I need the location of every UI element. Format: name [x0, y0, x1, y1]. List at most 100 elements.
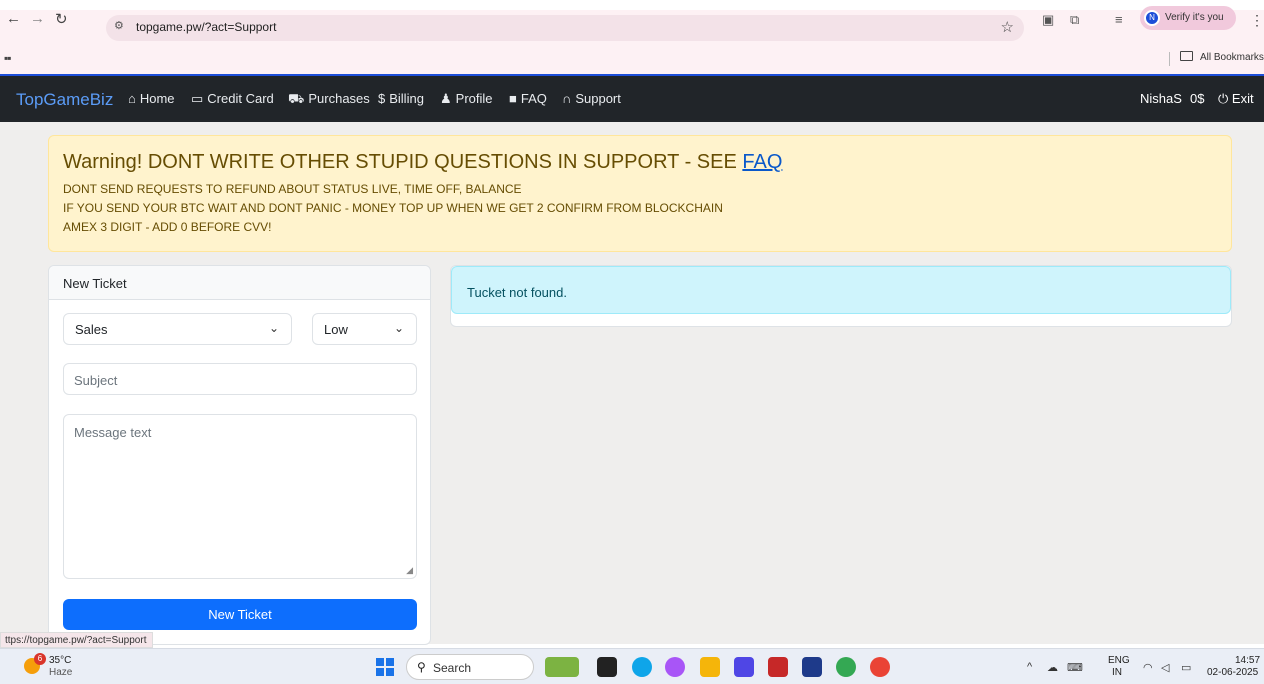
message-placeholder: Message text [74, 425, 152, 440]
user-icon: ♟ [440, 91, 452, 106]
weather-badge: 6 [34, 653, 46, 665]
task-view-icon[interactable] [597, 657, 617, 677]
wifi-icon[interactable]: ◠ [1143, 661, 1153, 674]
power-icon: ⏻ [1218, 91, 1229, 106]
cloud-icon[interactable]: ☁ [1047, 661, 1058, 674]
taskbar-search[interactable]: ⚲ Search [406, 654, 534, 680]
volume-icon[interactable]: ◁ [1161, 661, 1169, 674]
no-tickets-alert: Tucket not found. [451, 266, 1231, 314]
site-info-icon[interactable]: ⚙ [114, 19, 124, 32]
faq-link[interactable]: FAQ [742, 151, 782, 173]
apps-grid-icon[interactable]: ▪▪ [4, 51, 11, 65]
headphones-icon: ∩ [562, 91, 572, 106]
clock-time[interactable]: 14:57 [1235, 655, 1260, 666]
reading-list-icon[interactable]: ≡ [1115, 12, 1123, 27]
new-ticket-header: New Ticket [49, 266, 430, 300]
message-textarea[interactable]: Message text ◢ [63, 414, 417, 579]
back-icon[interactable]: ← [6, 10, 21, 27]
mcafee-icon[interactable] [768, 657, 788, 677]
warning-line: DONT SEND REQUESTS TO REFUND ABOUT STATU… [63, 182, 522, 196]
page-content: Warning! DONT WRITE OTHER STUPID QUESTIO… [0, 122, 1264, 645]
book-icon: ■ [509, 91, 517, 106]
cart-icon: ⛟ [288, 91, 305, 106]
office-app-icon[interactable] [734, 657, 754, 677]
nav-credit-card[interactable]: ▭ Credit Card [191, 91, 274, 107]
status-bar-url: ttps://topgame.pw/?act=Support [0, 632, 154, 648]
edge-icon[interactable] [632, 657, 652, 677]
profile-avatar: N [1144, 10, 1160, 26]
new-ticket-button[interactable]: New Ticket [63, 599, 417, 630]
exit-link[interactable]: ⏻ Exit [1218, 91, 1254, 107]
priority-value: Low [324, 322, 348, 337]
nav-faq-label: FAQ [520, 91, 547, 106]
region-label[interactable]: IN [1112, 667, 1122, 678]
nav-home[interactable]: ⌂ Home [128, 91, 175, 106]
chevron-up-icon[interactable]: ^ [1027, 661, 1032, 673]
address-bar[interactable]: ⚙ topgame.pw/?act=Support ☆ [106, 15, 1024, 41]
nav-purchases[interactable]: ⛟ Purchases [288, 91, 370, 109]
clock-date[interactable]: 02-06-2025 [1207, 667, 1258, 678]
subject-input[interactable]: Subject [63, 363, 417, 395]
nav-faq[interactable]: ■ FAQ [509, 91, 547, 106]
reload-icon[interactable]: ↻ [55, 10, 68, 28]
nav-billing[interactable]: $ Billing [378, 91, 424, 106]
warning-line: IF YOU SEND YOUR BTC WAIT AND DONT PANIC… [63, 201, 723, 215]
store-icon[interactable] [802, 657, 822, 677]
chrome-icon[interactable] [836, 657, 856, 677]
home-icon: ⌂ [128, 91, 136, 106]
extensions-icon[interactable]: ⧉ [1070, 12, 1079, 28]
site-brand[interactable]: TopGameBiz [16, 90, 113, 110]
address-url[interactable]: topgame.pw/?act=Support [136, 20, 276, 34]
warning-line: AMEX 3 DIGIT - ADD 0 BEFORE CVV! [63, 220, 272, 234]
nav-home-label: Home [139, 91, 175, 106]
language-label[interactable]: ENG [1108, 655, 1130, 666]
nav-billing-label: Billing [389, 91, 424, 106]
widgets-icon[interactable] [545, 657, 579, 677]
priority-select[interactable]: Low ⌄ [312, 313, 417, 345]
browser-menu-icon[interactable]: ⋮ [1250, 12, 1264, 29]
nav-credit-card-label: Credit Card [207, 91, 274, 106]
nav-support[interactable]: ∩ Support [562, 91, 621, 106]
chrome-profile-icon[interactable] [870, 657, 890, 677]
nav-profile-label: Profile [455, 91, 493, 106]
windows-start-icon[interactable] [376, 658, 394, 676]
folder-icon[interactable] [1180, 51, 1193, 61]
taskbar: 6 35°C Haze ⚲ Search ^ ☁ ⌨ ENG IN ◠ ◁ ▭ … [0, 648, 1264, 684]
verify-label: Verify it's you [1165, 12, 1224, 23]
resize-handle-icon[interactable]: ◢ [406, 565, 413, 576]
no-tickets-message: Tucket not found. [467, 285, 567, 300]
bookmarks-divider [1169, 52, 1170, 66]
forward-icon[interactable]: → [30, 10, 45, 27]
new-ticket-card: New Ticket Sales ⌄ Low ⌄ Subject Message… [48, 265, 431, 645]
nav-profile[interactable]: ♟ Profile [440, 91, 493, 107]
battery-icon[interactable]: ▭ [1181, 661, 1191, 674]
browser-toolbar: ← → ↻ ⚙ topgame.pw/?act=Support ☆ ▣ ⧉ ≡ … [0, 0, 1264, 44]
taskbar-search-label: Search [433, 661, 472, 675]
site-navbar: TopGameBiz ⌂ Home ▭ Credit Card ⛟ Purchases… [0, 74, 1264, 122]
search-icon: ⚲ [417, 660, 426, 674]
dollar-icon: $ [378, 91, 386, 106]
chevron-down-icon: ⌄ [268, 321, 279, 335]
screenshot-icon[interactable]: ▣ [1042, 12, 1054, 28]
department-value: Sales [75, 322, 108, 337]
warning-title-text: Warning! DONT WRITE OTHER STUPID QUESTIO… [63, 151, 743, 173]
warning-alert: Warning! DONT WRITE OTHER STUPID QUESTIO… [48, 135, 1232, 252]
balance: 0$ [1190, 91, 1205, 106]
username[interactable]: NishaS [1140, 91, 1182, 106]
weather-temperature: 35°C [49, 655, 72, 666]
credit-card-icon: ▭ [191, 91, 204, 106]
exit-label: Exit [1231, 91, 1254, 106]
warning-title: Warning! DONT WRITE OTHER STUPID QUESTIO… [63, 151, 782, 174]
copilot-icon[interactable] [665, 657, 685, 677]
verify-profile-chip[interactable]: N Verify it's you [1140, 6, 1236, 30]
department-select[interactable]: Sales ⌄ [63, 313, 292, 345]
bookmark-star-icon[interactable]: ☆ [1001, 18, 1014, 36]
subject-placeholder: Subject [74, 373, 118, 388]
keyboard-icon[interactable]: ⌨ [1067, 661, 1083, 674]
weather-condition: Haze [49, 667, 73, 678]
bookmarks-bar: ▪▪ All Bookmarks [0, 44, 1264, 74]
chevron-down-icon: ⌄ [393, 321, 404, 335]
file-explorer-icon[interactable] [700, 657, 720, 677]
all-bookmarks-link[interactable]: All Bookmarks [1200, 52, 1264, 63]
nav-support-label: Support [575, 91, 621, 106]
